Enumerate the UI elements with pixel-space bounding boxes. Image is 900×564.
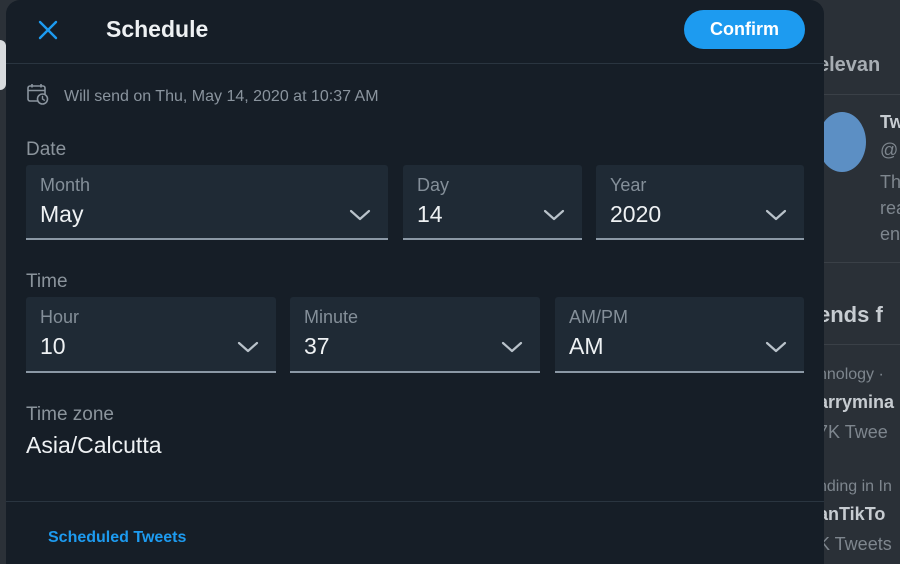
minute-label: Minute [304,307,359,327]
schedule-modal: Schedule Confirm Will send on Thu, May 1… [6,0,824,564]
month-value: May [40,201,84,227]
hour-select[interactable]: Hour 10 [26,297,276,373]
month-select[interactable]: Month May [26,165,388,240]
month-label: Month [40,175,91,195]
day-value: 14 [417,201,443,227]
confirm-button[interactable]: Confirm [684,10,805,49]
chevron-down-icon [765,341,787,353]
modal-header: Schedule Confirm [6,0,824,64]
year-select[interactable]: Year 2020 [596,165,804,240]
chevron-down-icon [765,209,787,221]
ampm-select[interactable]: AM/PM AM [555,297,804,373]
background-account-handle: @ [880,140,899,160]
background-trend-count: 7K Twee [818,422,888,442]
date-section-label: Date [26,139,67,160]
timezone-value: Asia/Calcutta [26,432,162,458]
scheduled-tweets-link[interactable]: Scheduled Tweets [48,529,186,547]
minute-value: 37 [304,333,330,359]
year-value: 2020 [610,201,662,227]
close-button[interactable] [30,14,66,50]
background-trend-category: nnology · [818,366,884,383]
day-label: Day [417,175,450,195]
hour-label: Hour [40,307,80,327]
background-trend-name: anTikTo [818,504,886,524]
background-bio-line: rea [880,198,900,218]
minute-select[interactable]: Minute 37 [290,297,540,373]
timezone-label: Time zone [26,404,114,425]
background-bio-line: en [880,224,900,244]
calendar-clock-icon [26,82,50,111]
ampm-label: AM/PM [569,307,629,327]
background-bio-line: Th [880,172,900,192]
hour-value: 10 [40,333,66,359]
chevron-down-icon [543,209,565,221]
modal-title: Schedule [106,16,209,42]
chevron-down-icon [501,341,523,353]
background-trend-name: arrymina [818,392,895,412]
close-icon[interactable] [37,19,59,46]
background-trend-category: nding in In [818,478,892,495]
ampm-value: AM [569,333,604,359]
day-select[interactable]: Day 14 [403,165,582,240]
chevron-down-icon [237,341,259,353]
time-section-label: Time [26,271,68,292]
background-account-name: Tw [880,112,900,132]
footer-divider [6,501,824,502]
background-trend-count: K Tweets [818,534,892,554]
background-trends-heading: ends f [818,302,883,327]
background-account-avatar [818,112,866,172]
send-time-note: Will send on Thu, May 14, 2020 at 10:37 … [26,82,379,111]
chevron-down-icon [349,209,371,221]
background-heading: elevan [818,54,881,76]
send-time-text: Will send on Thu, May 14, 2020 at 10:37 … [64,87,379,105]
year-label: Year [610,175,647,195]
